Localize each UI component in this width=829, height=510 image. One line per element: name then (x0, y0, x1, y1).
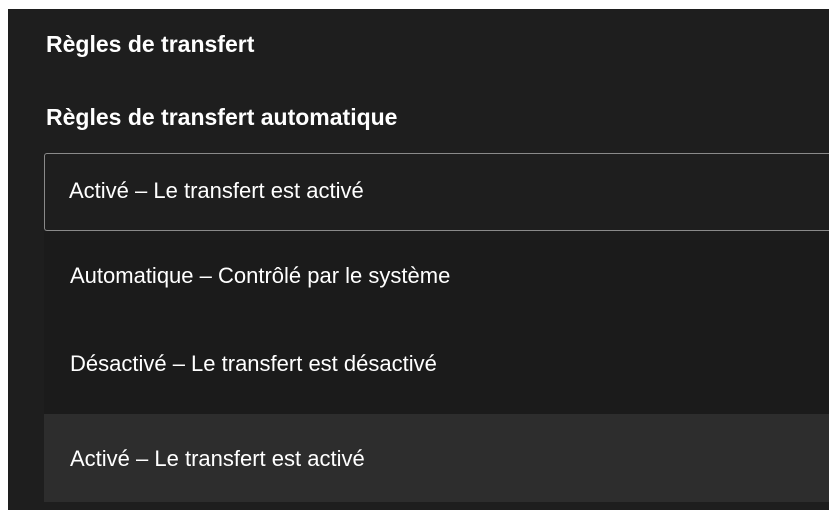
option-enabled[interactable]: Activé – Le transfert est activé (44, 414, 829, 502)
option-disabled[interactable]: Désactivé – Le transfert est désactivé (44, 319, 829, 407)
forwarding-rules-panel: Règles de transfert Règles de transfert … (8, 9, 829, 510)
option-label: Désactivé – Le transfert est désactivé (70, 351, 437, 376)
auto-forwarding-select[interactable]: Activé – Le transfert est activé (44, 153, 829, 231)
dropdown-options-list: Automatique – Contrôlé par le système Dé… (44, 231, 829, 502)
select-current-value: Activé – Le transfert est activé (69, 178, 364, 203)
option-label: Automatique – Contrôlé par le système (70, 263, 451, 288)
option-label: Activé – Le transfert est activé (70, 446, 365, 471)
section-title: Règles de transfert (46, 31, 255, 57)
option-automatic[interactable]: Automatique – Contrôlé par le système (44, 231, 829, 319)
auto-forwarding-label: Règles de transfert automatique (46, 104, 398, 130)
